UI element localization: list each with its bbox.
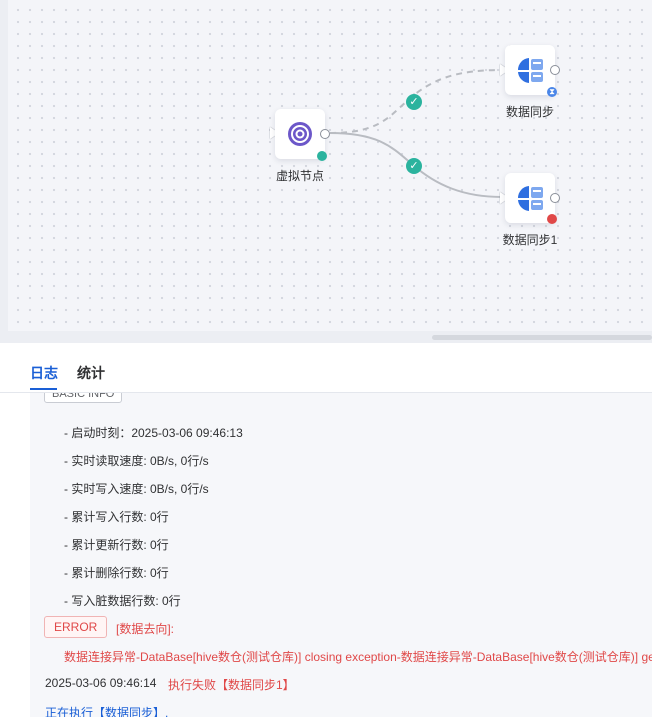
edge-success-check-icon[interactable]: ✓ — [406, 158, 422, 174]
output-port[interactable] — [550, 193, 560, 203]
tab-statistics[interactable]: 统计 — [77, 363, 105, 383]
status-waiting-icon: ⧗ — [547, 87, 557, 97]
data-sync-icon — [517, 186, 543, 211]
fail-message: 执行失败【数据同步1】 — [168, 678, 295, 692]
tab-log[interactable]: 日志 — [30, 363, 58, 383]
status-failed-dot — [547, 214, 557, 224]
log-stat-line: - 累计删除行数: 0行 — [64, 566, 169, 580]
node-label-data-sync1: 数据同步1 — [502, 233, 558, 247]
active-tab-indicator — [30, 388, 57, 390]
error-badge: ERROR — [44, 616, 108, 638]
node-label-virtual: 虚拟节点 — [275, 169, 325, 183]
edge-success-check-icon[interactable]: ✓ — [406, 94, 422, 110]
canvas-left-edge — [0, 0, 8, 343]
log-stat-line: - 实时读取速度: 0B/s, 0行/s — [64, 454, 209, 468]
node-label-data-sync: 数据同步 — [505, 105, 555, 119]
running-message: 正在执行【数据同步】. — [45, 706, 169, 717]
status-success-dot — [317, 151, 327, 161]
virtual-node-icon — [288, 122, 312, 146]
data-sync-icon — [517, 58, 543, 83]
log-output[interactable]: BASIC INFO - 启动时刻：2025-03-06 09:46:13 - … — [30, 393, 652, 717]
error-message: 数据连接异常-DataBase[hive数仓(测试仓库)] closing ex… — [64, 650, 652, 664]
basic-info-badge: BASIC INFO — [44, 393, 123, 403]
workflow-canvas[interactable]: ✓ ✓ 虚拟节点 ⧗ 数据同步 数据同步1 — [8, 0, 652, 331]
horizontal-scrollbar[interactable] — [432, 335, 652, 340]
log-stat-line: - 累计更新行数: 0行 — [64, 538, 169, 552]
log-stat-line: - 启动时刻：2025-03-06 09:46:13 — [64, 426, 243, 440]
log-stat-line: - 累计写入行数: 0行 — [64, 510, 169, 524]
log-stat-line: - 实时写入速度: 0B/s, 0行/s — [64, 482, 209, 496]
log-stat-line: - 写入脏数据行数: 0行 — [64, 594, 181, 608]
fail-timestamp: 2025-03-06 09:46:14 — [45, 676, 157, 690]
output-port[interactable] — [550, 65, 560, 75]
workflow-edges — [329, 69, 503, 198]
output-port[interactable] — [320, 129, 330, 139]
error-title: [数据去向]: — [116, 622, 175, 636]
